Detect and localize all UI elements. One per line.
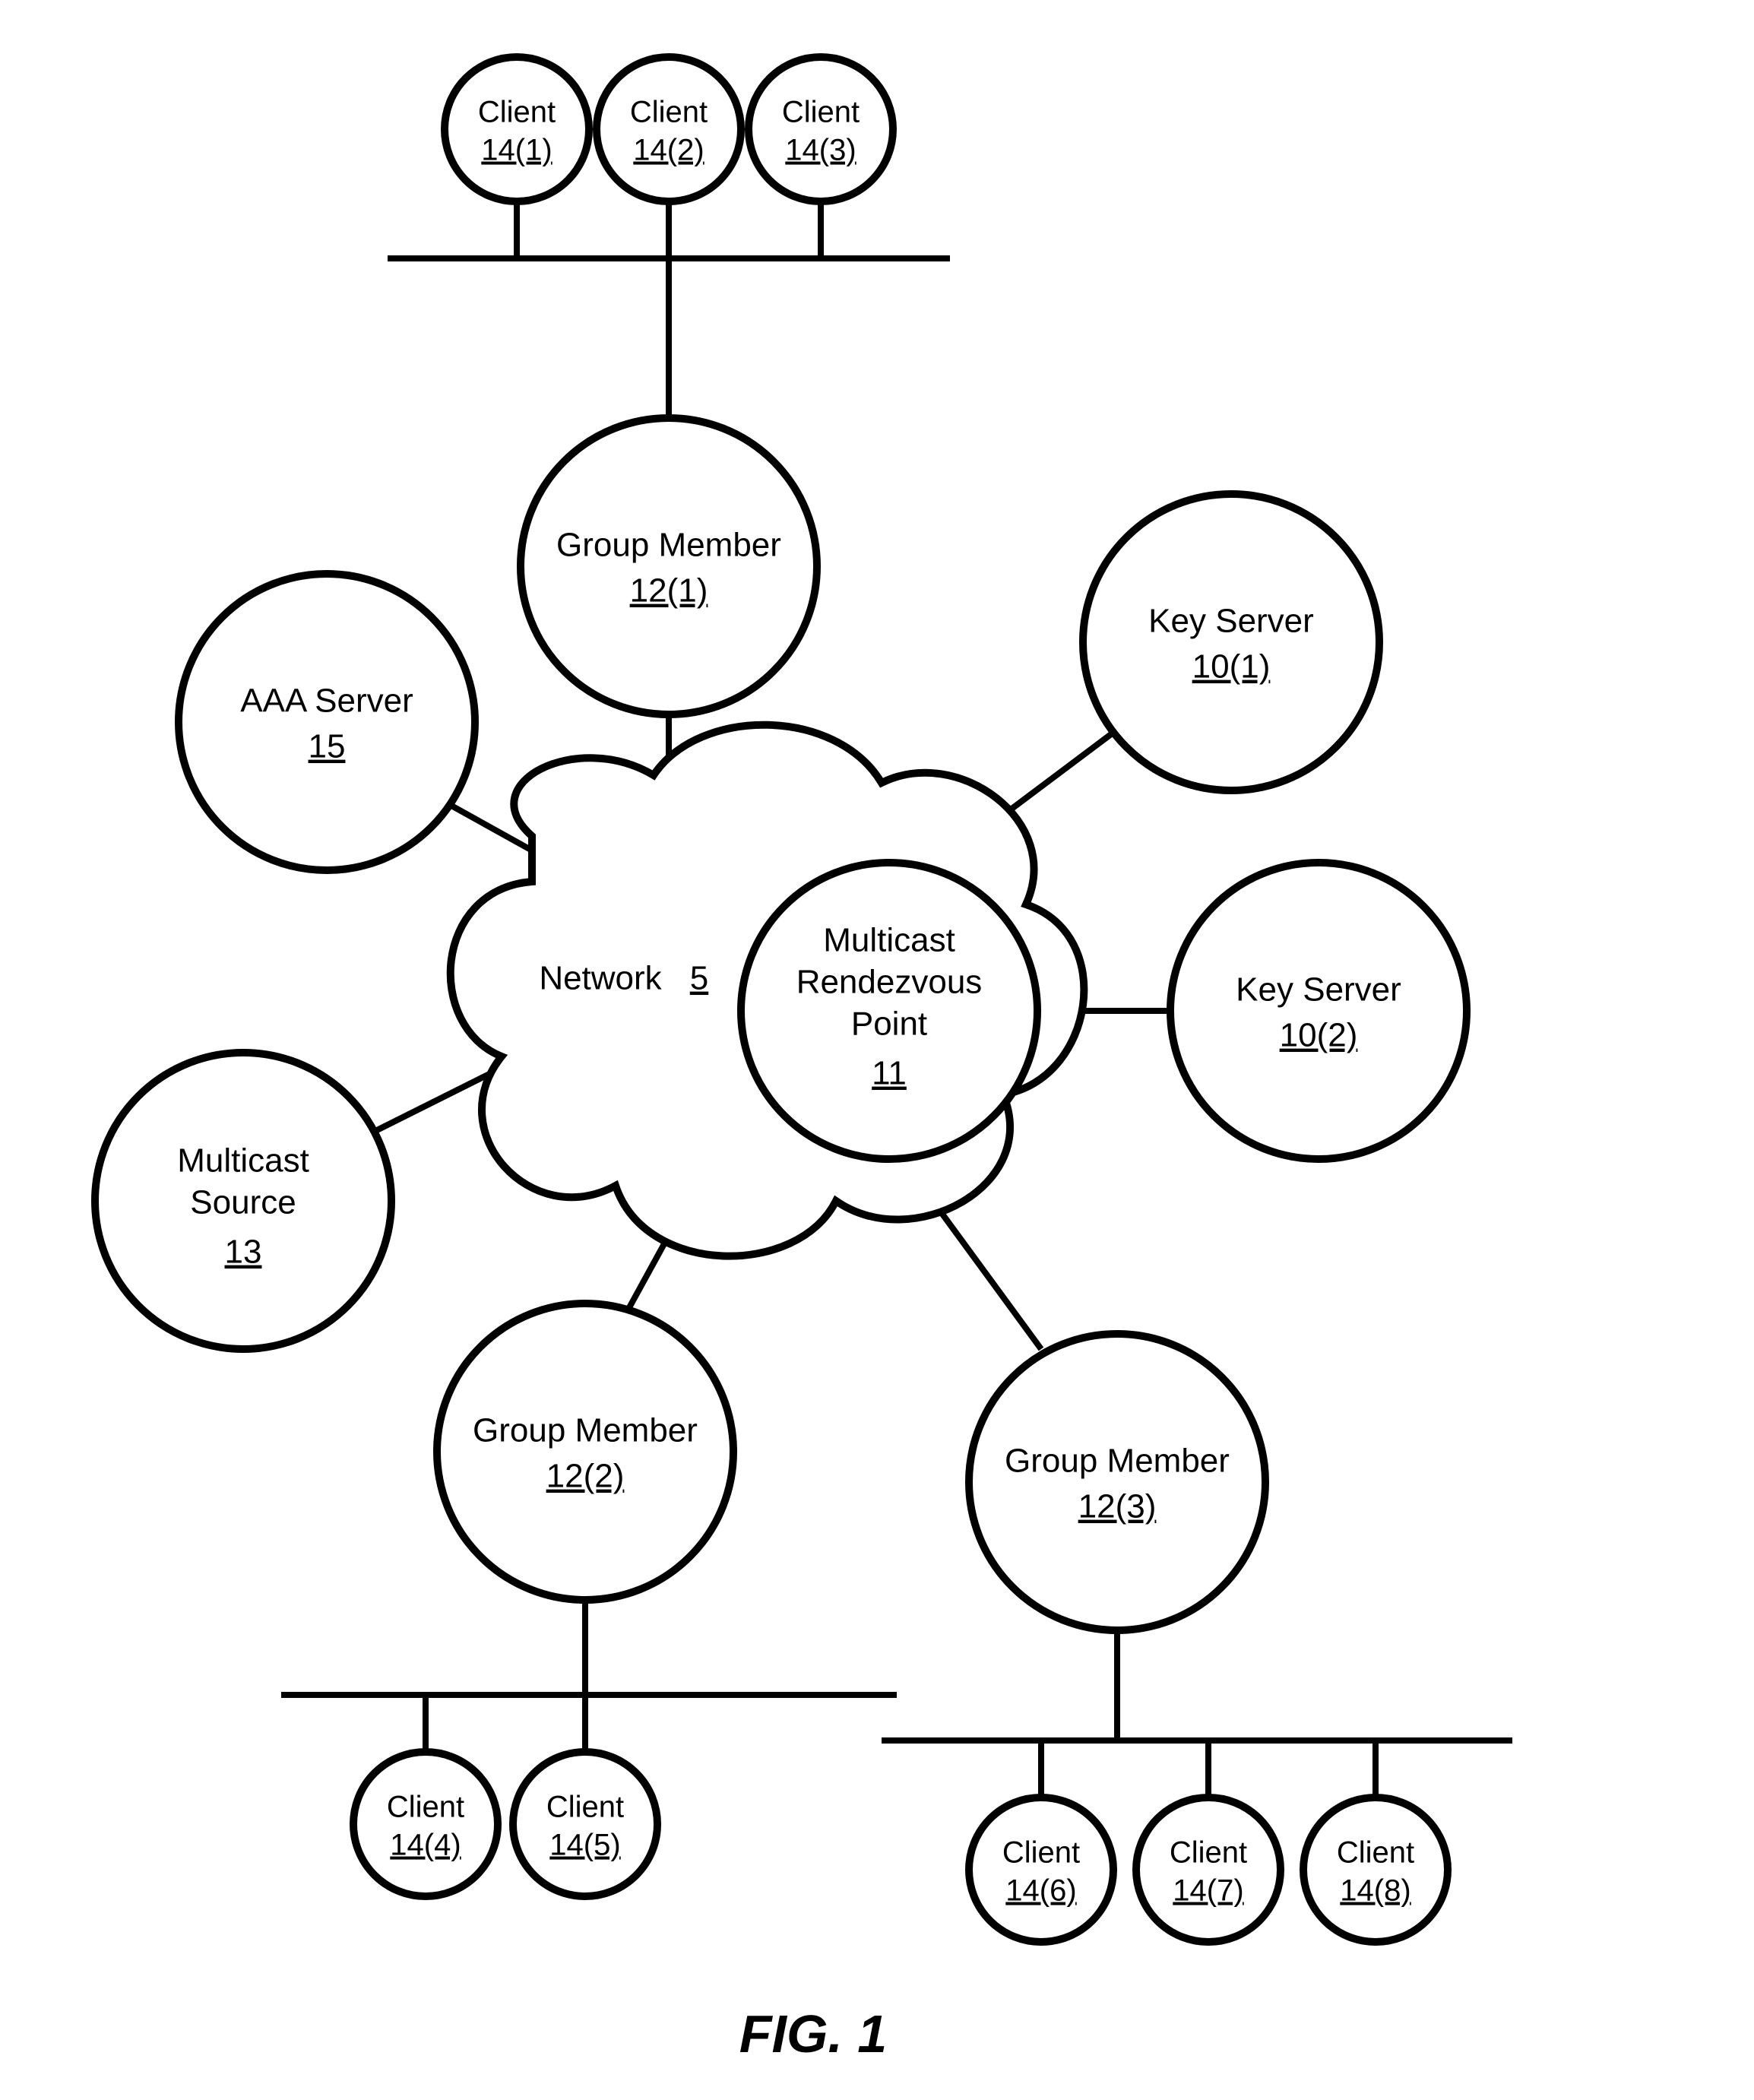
svg-text:Key Server: Key Server bbox=[1236, 971, 1401, 1009]
figure-label: FIG. 1 bbox=[739, 2004, 887, 2064]
svg-text:14(3): 14(3) bbox=[785, 134, 856, 167]
client-8: Client 14(8) bbox=[1303, 1798, 1448, 1942]
client-1: Client 14(1) bbox=[445, 57, 589, 201]
svg-text:Source: Source bbox=[190, 1184, 296, 1221]
svg-text:Client: Client bbox=[1002, 1836, 1080, 1870]
svg-text:Group Member: Group Member bbox=[473, 1412, 698, 1449]
network-ref: 5 bbox=[690, 960, 708, 997]
svg-text:12(3): 12(3) bbox=[1078, 1488, 1157, 1525]
svg-text:Client: Client bbox=[478, 96, 556, 129]
client-4: Client 14(4) bbox=[353, 1752, 498, 1896]
svg-text:14(7): 14(7) bbox=[1173, 1874, 1243, 1908]
svg-text:Rendezvous: Rendezvous bbox=[796, 964, 983, 1001]
aaa-server: AAA Server 15 bbox=[179, 574, 475, 870]
svg-text:Client: Client bbox=[1170, 1836, 1247, 1870]
svg-text:AAA Server: AAA Server bbox=[240, 683, 413, 720]
svg-text:14(5): 14(5) bbox=[549, 1829, 620, 1862]
svg-text:12(1): 12(1) bbox=[630, 572, 708, 610]
client-5: Client 14(5) bbox=[513, 1752, 657, 1896]
svg-text:14(6): 14(6) bbox=[1005, 1874, 1076, 1908]
key-server-2: Key Server 10(2) bbox=[1170, 863, 1467, 1159]
group-member-1: Group Member 12(1) bbox=[521, 418, 817, 714]
group-member-3: Group Member 12(3) bbox=[969, 1334, 1265, 1630]
client-2: Client 14(2) bbox=[597, 57, 741, 201]
svg-text:Client: Client bbox=[546, 1791, 624, 1824]
svg-text:10(1): 10(1) bbox=[1192, 648, 1271, 686]
key-server-1: Key Server 10(1) bbox=[1083, 494, 1379, 790]
svg-text:Client: Client bbox=[1337, 1836, 1414, 1870]
svg-text:14(8): 14(8) bbox=[1340, 1874, 1410, 1908]
svg-text:15: 15 bbox=[309, 728, 346, 765]
svg-text:Key Server: Key Server bbox=[1148, 603, 1314, 640]
group-member-2: Group Member 12(2) bbox=[437, 1303, 733, 1600]
network-label: Network bbox=[539, 960, 662, 997]
client-3: Client 14(3) bbox=[749, 57, 893, 201]
svg-text:12(2): 12(2) bbox=[546, 1458, 625, 1495]
svg-text:11: 11 bbox=[872, 1055, 907, 1092]
svg-text:13: 13 bbox=[225, 1234, 262, 1271]
svg-text:14(4): 14(4) bbox=[390, 1829, 461, 1862]
svg-text:Group Member: Group Member bbox=[1005, 1443, 1230, 1480]
multicast-rendezvous-point: Multicast Rendezvous Point 11 bbox=[741, 863, 1037, 1159]
svg-text:10(2): 10(2) bbox=[1280, 1017, 1358, 1054]
svg-text:Multicast: Multicast bbox=[177, 1142, 309, 1180]
svg-text:Client: Client bbox=[630, 96, 708, 129]
svg-text:Point: Point bbox=[851, 1006, 927, 1043]
client-6: Client 14(6) bbox=[969, 1798, 1113, 1942]
network-diagram: Network 5 Multicast Rendezvous Point 11 … bbox=[0, 0, 1754, 2100]
svg-text:Client: Client bbox=[782, 96, 860, 129]
svg-text:Client: Client bbox=[387, 1791, 464, 1824]
svg-text:14(1): 14(1) bbox=[481, 134, 552, 167]
svg-text:Group Member: Group Member bbox=[556, 527, 781, 564]
svg-text:Multicast: Multicast bbox=[823, 922, 955, 959]
svg-text:14(2): 14(2) bbox=[633, 134, 704, 167]
client-7: Client 14(7) bbox=[1136, 1798, 1281, 1942]
multicast-source: Multicast Source 13 bbox=[95, 1053, 391, 1349]
